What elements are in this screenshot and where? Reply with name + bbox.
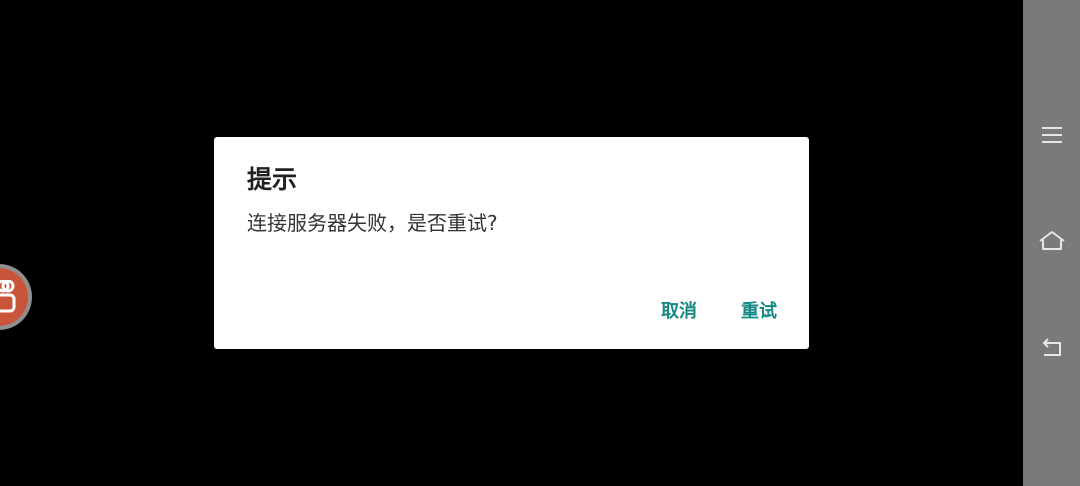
retry-button[interactable]: 重试 — [733, 295, 785, 329]
home-icon — [1038, 231, 1065, 250]
dialog-actions: 取消 重试 — [653, 295, 785, 329]
menu-button[interactable] — [1023, 107, 1080, 163]
dialog-message: 连接服务器失败，是否重试? — [247, 211, 498, 235]
screen: 提示 连接服务器失败，是否重试? 取消 重试 — [0, 0, 1080, 486]
kuaishou-logo-icon — [0, 268, 28, 326]
alert-dialog: 提示 连接服务器失败，是否重试? 取消 重试 — [214, 137, 809, 349]
menu-icon — [1041, 127, 1062, 143]
cancel-button[interactable]: 取消 — [653, 295, 705, 329]
back-button[interactable] — [1023, 320, 1080, 376]
dialog-title: 提示 — [247, 165, 298, 194]
back-icon — [1042, 338, 1061, 356]
home-button[interactable] — [1023, 213, 1080, 269]
navigation-bar — [1023, 0, 1080, 486]
